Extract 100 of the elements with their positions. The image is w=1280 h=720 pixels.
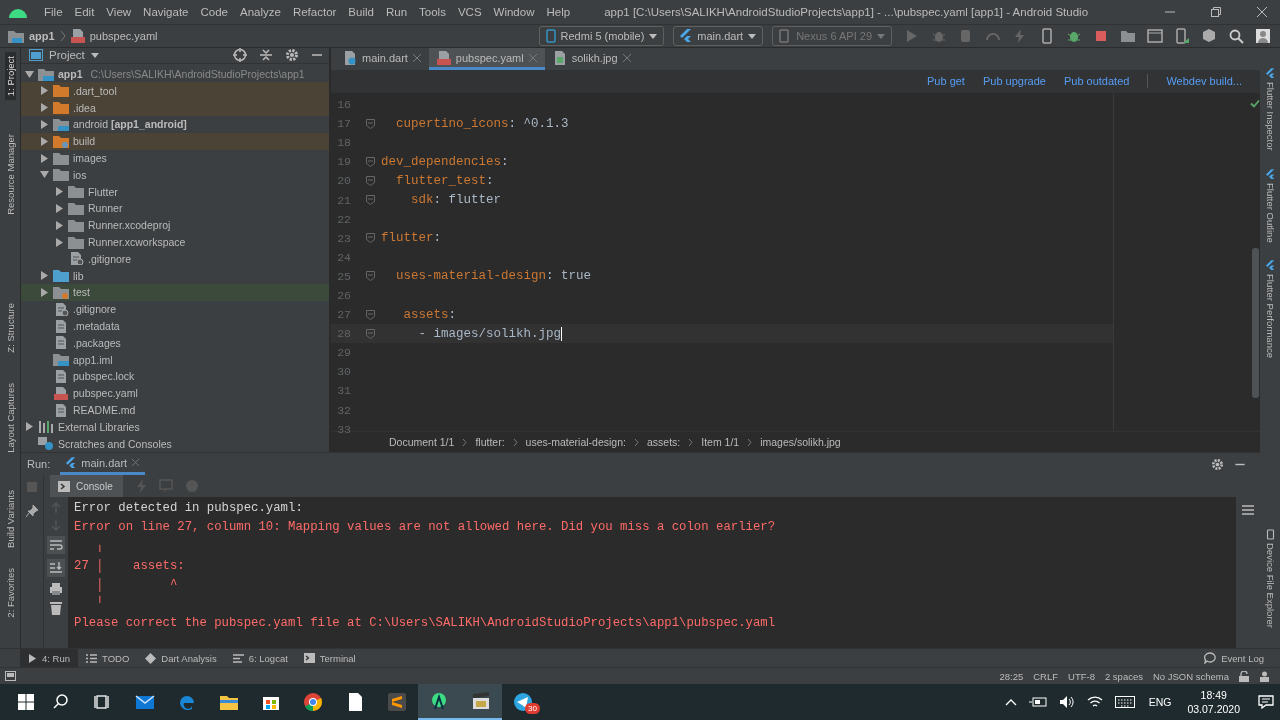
close-icon[interactable] [622,53,631,62]
menu-item[interactable]: Edit [68,6,101,18]
menu-item[interactable]: Refactor [286,6,343,18]
menu-item[interactable]: Navigate [137,6,195,18]
scrollbar-thumb[interactable] [1251,248,1259,398]
pub-action-link[interactable]: Pub upgrade [982,75,1046,87]
notifications-icon[interactable] [1258,694,1274,710]
search-icon[interactable] [1228,28,1244,44]
tool-window-tab[interactable]: 6: Logcat [224,649,296,667]
tree-item[interactable]: pubspec.yaml [73,387,138,400]
tool-window-tab[interactable]: 4: Run [20,649,78,667]
settings-icon[interactable] [1211,457,1224,471]
panel-toggle-icon[interactable] [5,671,16,681]
editor-tab[interactable]: solikh.jpg [544,48,639,70]
status-item[interactable]: CRLF [1033,670,1058,682]
tree-item[interactable]: Flutter [88,185,118,198]
menu-item[interactable]: Build [342,6,380,18]
status-item[interactable]: 28:25 [999,670,1024,682]
tree-item[interactable]: Runner [88,202,123,215]
breadcrumb-item[interactable]: app1 [29,30,55,42]
menu-item[interactable]: Code [194,6,234,18]
restore-icon[interactable] [1210,6,1222,18]
breadcrumb-item[interactable]: uses-material-design: [525,436,626,448]
trash-icon[interactable] [50,601,62,615]
clock-date[interactable]: 03.07.2020 [1187,702,1240,716]
close-icon[interactable] [1256,6,1268,18]
language-indicator[interactable]: ENG [1148,696,1172,708]
tool-window-tab[interactable]: Z: Structure [4,298,16,357]
breadcrumb-item[interactable]: images/solikh.jpg [760,436,841,448]
start-icon[interactable] [18,694,34,710]
status-item[interactable]: 2 spaces [1104,670,1143,682]
collapsed-arrow-icon[interactable] [40,287,49,297]
project-view-dropdown[interactable]: Project [29,49,99,62]
collapsed-arrow-icon[interactable] [40,153,49,163]
sublime-app-icon[interactable] [387,692,407,712]
tray-caret-icon[interactable] [1004,698,1017,706]
tree-item[interactable]: app1.iml [73,353,113,366]
soft-wrap-icon[interactable] [47,536,65,554]
console-tab[interactable]: Console [50,475,123,497]
menu-item[interactable]: Window [487,6,541,18]
tool-window-tab[interactable]: Dart Analysis [137,649,225,667]
fold-marker-icon[interactable] [365,233,375,244]
box-icon[interactable] [1201,28,1217,44]
tree-item[interactable]: .gitignore [73,303,117,316]
tree-item[interactable]: .metadata [73,320,120,332]
fold-marker-icon[interactable] [365,309,375,320]
expanded-arrow-icon[interactable] [40,170,49,180]
tool-window-tab[interactable]: Build Variants [4,486,16,553]
breadcrumb-item[interactable]: Document 1/1 [389,436,455,448]
tree-item[interactable]: ios [73,168,87,181]
speaker-icon[interactable] [1058,695,1075,709]
tree-item[interactable]: README.md [73,404,136,416]
settings-icon[interactable] [285,48,299,63]
breadcrumb-item[interactable]: Item 1/1 [701,436,740,448]
tree-item[interactable]: Scratches and Consoles [58,437,172,450]
breadcrumb-item[interactable]: pubspec.yaml [89,30,158,42]
menu-item[interactable]: Run [379,6,414,18]
breadcrumb-item[interactable]: flutter: [475,436,505,448]
stop-icon[interactable] [1093,28,1109,44]
phone-icon[interactable] [1174,28,1190,44]
collapsed-arrow-icon[interactable] [25,422,34,432]
tree-item[interactable]: images [73,152,107,165]
fold-marker-icon[interactable] [365,156,375,167]
tool-window-tab[interactable]: 2: Favorites [4,564,16,622]
collapsed-arrow-icon[interactable] [55,187,64,197]
tool-window-tab[interactable]: Flutter Inspector [1264,82,1276,151]
collapsed-arrow-icon[interactable] [40,136,49,146]
mail-app-icon[interactable] [135,692,155,712]
tree-item[interactable]: build [73,135,96,148]
collapsed-arrow-icon[interactable] [40,86,49,96]
tree-item[interactable]: lib [73,269,84,282]
event-log-button[interactable]: Event Log [1196,649,1272,667]
collapsed-arrow-icon[interactable] [55,237,64,247]
pub-action-link[interactable]: Pub get [927,75,965,87]
window-icon[interactable] [1147,28,1163,44]
menu-item[interactable]: VCS [451,6,488,18]
studio-app-icon[interactable] [429,691,449,711]
print-icon[interactable] [49,582,63,596]
menu-item[interactable]: File [38,6,69,18]
tool-window-tab[interactable]: TODO [78,649,138,667]
pin-icon[interactable] [26,505,38,517]
collapsed-arrow-icon[interactable] [55,220,64,230]
battery-icon[interactable] [1028,697,1047,707]
fold-marker-icon[interactable] [365,118,375,129]
status-item[interactable]: No JSON schema [1152,670,1229,682]
scroll-to-end-icon[interactable] [47,559,65,577]
tool-window-tab[interactable]: Terminal [295,649,364,667]
tool-window-tab[interactable]: Resource Manager [4,130,16,219]
tree-item[interactable]: .dart_tool [73,84,117,97]
pub-action-link[interactable]: Webdev build... [1166,75,1242,87]
tree-item[interactable]: android [app1_android] [73,118,187,131]
clapper-app-icon[interactable] [471,691,491,711]
close-icon[interactable] [412,53,421,62]
menu-item[interactable]: View [100,6,138,18]
run-config-selector[interactable]: main.dart [673,26,764,46]
tool-window-tab[interactable]: 1: Project [4,52,16,101]
collapse-icon[interactable] [259,48,273,63]
tree-item[interactable]: .idea [73,101,96,114]
expanded-arrow-icon[interactable] [25,69,34,79]
user-icon[interactable] [1255,28,1271,44]
